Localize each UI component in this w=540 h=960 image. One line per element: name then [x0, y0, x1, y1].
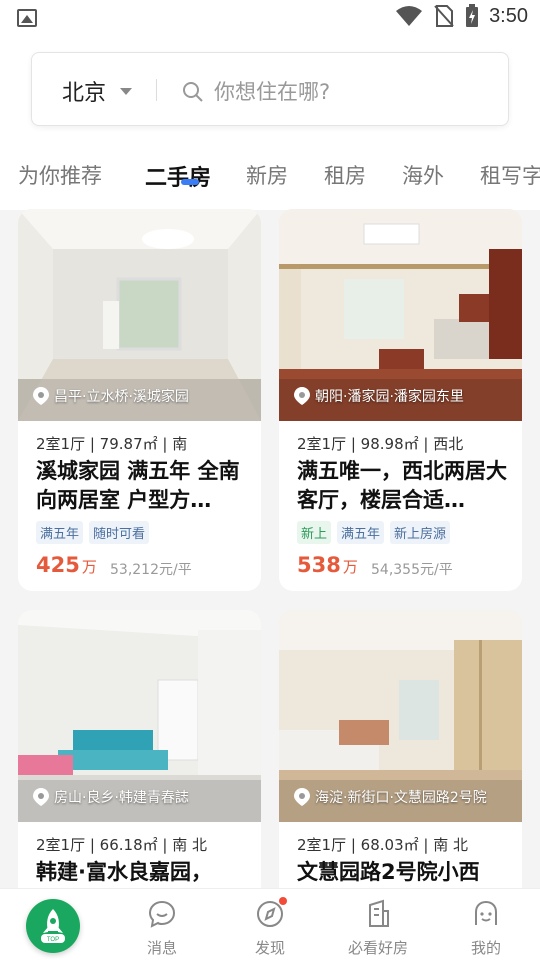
category-tabs: 为你推荐 二手房 新房 租房 海外 租写字楼 [0, 160, 540, 200]
listing-meta: 2室1厅 | 79.87㎡ | 南 [36, 435, 188, 453]
location-pin-icon [294, 788, 310, 806]
tab-indicator [181, 179, 199, 185]
status-bar: 3:50 [0, 0, 540, 38]
tab-overseas[interactable]: 海外 [402, 160, 444, 190]
listing-title: 溪城家园 满五年 全南向两居室 户型方… [36, 459, 240, 512]
tab-office-rent[interactable]: 租写字楼 [480, 160, 540, 190]
rocket-icon: TOP [41, 909, 65, 943]
no-sim-icon [434, 5, 454, 27]
user-face-icon [475, 900, 497, 925]
notification-dot [279, 897, 287, 905]
listing-meta: 2室1厅 | 98.98㎡ | 西北 [297, 435, 464, 453]
message-icon [148, 900, 176, 928]
city-selector[interactable]: 北京 [62, 75, 106, 107]
listing-meta: 2室1厅 | 66.18㎡ | 南 北 [36, 836, 207, 854]
listing-card[interactable]: 朝阳·潘家园·潘家园东里 2室1厅 | 98.98㎡ | 西北 满五唯一，西北两… [279, 209, 522, 591]
listing-card[interactable]: 房山·良乡·韩建青春誌 2室1厅 | 66.18㎡ | 南 北 韩建·富水良嘉园… [18, 610, 261, 900]
search-icon [183, 82, 203, 102]
wifi-icon [396, 6, 423, 26]
search-bar[interactable]: 北京 你想住在哪? [31, 52, 509, 126]
tag: 满五年 [36, 521, 84, 544]
building-icon [369, 899, 389, 927]
nav-profile[interactable]: 我的 [446, 899, 526, 958]
listing-card[interactable]: 昌平·立水桥·溪城家园 2室1厅 | 79.87㎡ | 南 溪城家园 满五年 全… [18, 209, 261, 591]
search-input[interactable]: 你想住在哪? [214, 76, 330, 106]
listing-meta: 2室1厅 | 68.03㎡ | 南 北 [297, 836, 468, 854]
nav-discover[interactable]: 发现 [230, 897, 310, 958]
nav-messages[interactable]: 消息 [122, 899, 202, 958]
listing-card[interactable]: 海淀·新街口·文慧园路2号院 2室1厅 | 68.03㎡ | 南 北 文慧园路2… [279, 610, 522, 900]
listing-location: 海淀·新街口·文慧园路2号院 [293, 787, 487, 807]
location-pin-icon [33, 387, 49, 405]
fab-label: TOP [47, 937, 59, 943]
tab-recommend[interactable]: 为你推荐 [18, 160, 102, 190]
tag: 满五年 [337, 521, 385, 544]
listing-unit-price: 54,355元/平 [371, 562, 453, 578]
back-to-top-button[interactable]: TOP [26, 899, 80, 953]
bottom-nav: TOP 消息 发现 必看好房 我的 [0, 888, 540, 960]
listing-location: 房山·良乡·韩建青春誌 [32, 787, 189, 807]
listing-price: 425 万 [36, 553, 97, 577]
location-pin-icon [33, 788, 49, 806]
nav-must-see-homes[interactable]: 必看好房 [338, 899, 418, 958]
listing-location: 昌平·立水桥·溪城家园 [32, 386, 189, 406]
listing-unit-price: 53,212元/平 [110, 562, 192, 578]
listing-title: 韩建·富水良嘉园， [36, 860, 212, 884]
tag: 新上房源 [390, 521, 451, 544]
listing-title: 满五唯一，西北两居大客厅，楼层合适… [297, 459, 507, 512]
search-divider [156, 79, 157, 101]
listing-title: 文慧园路2号院小西 [297, 860, 480, 884]
tab-new-homes[interactable]: 新房 [246, 160, 288, 190]
listing-location: 朝阳·潘家园·潘家园东里 [293, 386, 464, 406]
chevron-down-icon[interactable] [120, 88, 132, 95]
listing-tags: 新上 满五年 新上房源 [297, 521, 451, 544]
tag: 新上 [297, 521, 332, 544]
listing-price: 538 万 [297, 553, 358, 577]
battery-charging-icon [466, 4, 479, 27]
header: 北京 你想住在哪? 为你推荐 二手房 新房 租房 海外 租写字楼 [0, 38, 540, 210]
tab-rent[interactable]: 租房 [324, 160, 366, 190]
status-time: 3:50 [489, 4, 528, 27]
tag: 随时可看 [89, 521, 150, 544]
tab-second-hand[interactable]: 二手房 [145, 160, 211, 192]
image-notification-icon [17, 9, 37, 27]
location-pin-icon [294, 387, 310, 405]
listing-tags: 满五年 随时可看 [36, 521, 150, 544]
